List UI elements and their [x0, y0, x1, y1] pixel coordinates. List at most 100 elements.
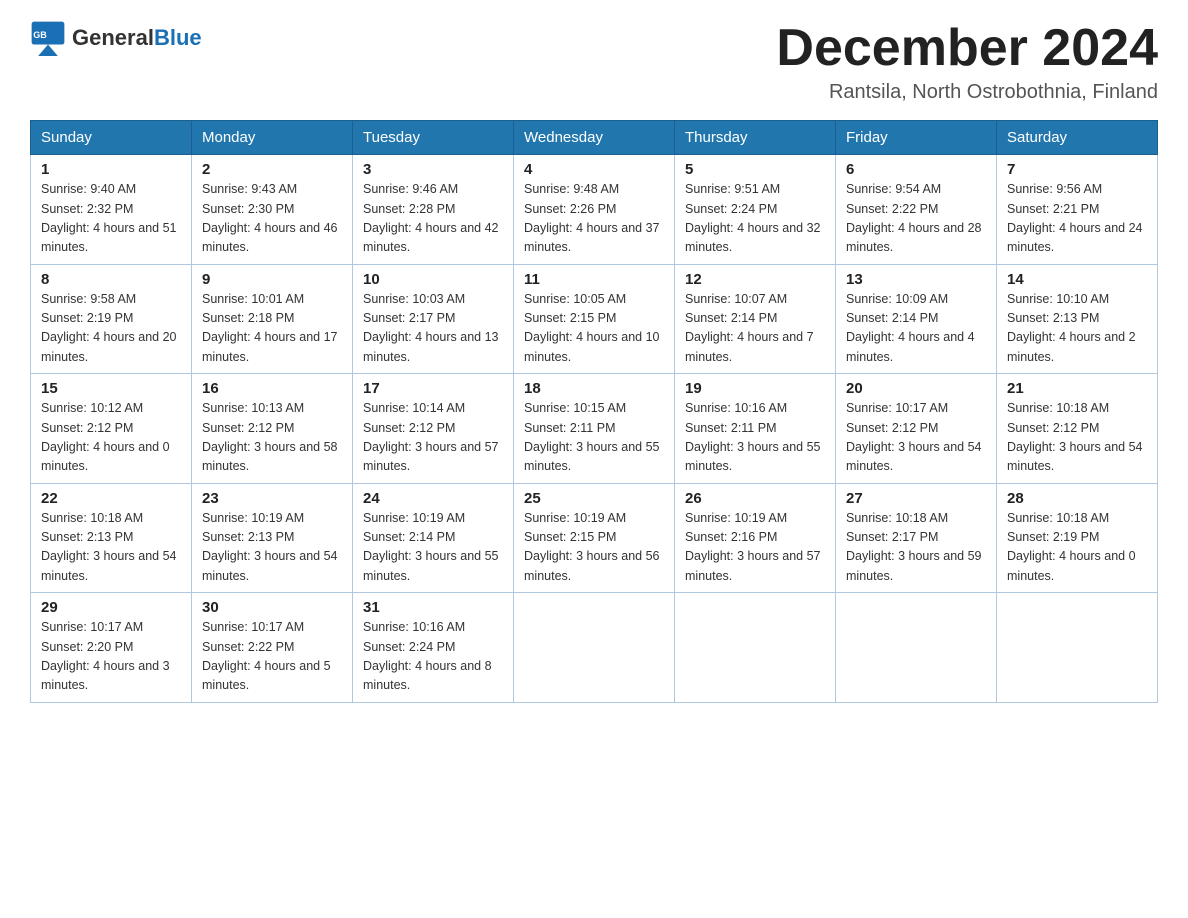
day-number: 17 [363, 380, 503, 397]
header-saturday: Saturday [997, 121, 1158, 155]
day-number: 23 [202, 490, 342, 507]
calendar-cell: 23Sunrise: 10:19 AMSunset: 2:13 PMDaylig… [192, 483, 353, 593]
calendar-cell: 21 Sunrise: 10:18 AMSunset: 2:12 PMDaylig… [997, 374, 1158, 484]
day-number: 3 [363, 161, 503, 178]
day-info: Sunrise: 10:18 AMSunset: 2:19 PMDaylight… [1007, 509, 1147, 587]
month-title: December 2024 [776, 20, 1158, 77]
calendar-cell [836, 593, 997, 703]
day-number: 12 [685, 271, 825, 288]
day-info: Sunrise: 10:14 AMSunset: 2:12 PMDaylight… [363, 399, 503, 477]
calendar-cell: 15Sunrise: 10:12 AMSunset: 2:12 PMDaylig… [31, 374, 192, 484]
calendar-cell: 1 Sunrise: 9:40 AMSunset: 2:32 PMDaylight… [31, 155, 192, 265]
calendar-cell: 17 Sunrise: 10:14 AMSunset: 2:12 PMDaylig… [353, 374, 514, 484]
day-info: Sunrise: 10:03 AMSunset: 2:17 PMDaylight… [363, 290, 503, 368]
logo-icon: GB [30, 20, 66, 56]
calendar-cell: 7 Sunrise: 9:56 AMSunset: 2:21 PMDaylight… [997, 155, 1158, 265]
calendar-cell: 31 Sunrise: 10:16 AMSunset: 2:24 PMDaylig… [353, 593, 514, 703]
day-number: 4 [524, 161, 664, 178]
day-number: 19 [685, 380, 825, 397]
day-info: Sunrise: 10:16 AMSunset: 2:11 PMDaylight… [685, 399, 825, 477]
calendar-cell: 19 Sunrise: 10:16 AMSunset: 2:11 PMDaylig… [675, 374, 836, 484]
day-info: Sunrise: 10:18 AMSunset: 2:13 PMDaylight… [41, 509, 181, 587]
calendar-cell: 10 Sunrise: 10:03 AMSunset: 2:17 PMDaylig… [353, 264, 514, 374]
header-tuesday: Tuesday [353, 121, 514, 155]
calendar-cell: 2 Sunrise: 9:43 AMSunset: 2:30 PMDaylight… [192, 155, 353, 265]
day-number: 28 [1007, 490, 1147, 507]
calendar-cell: 12 Sunrise: 10:07 AMSunset: 2:14 PMDaylig… [675, 264, 836, 374]
header-sunday: Sunday [31, 121, 192, 155]
calendar-table: SundayMondayTuesdayWednesdayThursdayFrid… [30, 120, 1158, 703]
calendar-cell: 30 Sunrise: 10:17 AMSunset: 2:22 PMDaylig… [192, 593, 353, 703]
day-number: 13 [846, 271, 986, 288]
day-number: 1 [41, 161, 181, 178]
header-thursday: Thursday [675, 121, 836, 155]
calendar-cell: 25 Sunrise: 10:19 AMSunset: 2:15 PMDaylig… [514, 483, 675, 593]
day-info: Sunrise: 10:01 AMSunset: 2:18 PMDaylight… [202, 290, 342, 368]
day-info: Sunrise: 9:54 AMSunset: 2:22 PMDaylight:… [846, 180, 986, 258]
week-row-1: 1 Sunrise: 9:40 AMSunset: 2:32 PMDaylight… [31, 155, 1158, 265]
calendar-cell: 29Sunrise: 10:17 AMSunset: 2:20 PMDaylig… [31, 593, 192, 703]
day-number: 27 [846, 490, 986, 507]
week-row-3: 15Sunrise: 10:12 AMSunset: 2:12 PMDaylig… [31, 374, 1158, 484]
day-number: 24 [363, 490, 503, 507]
calendar-cell: 4 Sunrise: 9:48 AMSunset: 2:26 PMDaylight… [514, 155, 675, 265]
calendar-cell: 24Sunrise: 10:19 AMSunset: 2:14 PMDaylig… [353, 483, 514, 593]
header-friday: Friday [836, 121, 997, 155]
calendar-cell [675, 593, 836, 703]
day-info: Sunrise: 9:46 AMSunset: 2:28 PMDaylight:… [363, 180, 503, 258]
title-block: December 2024 Rantsila, North Ostrobothn… [776, 20, 1158, 104]
day-info: Sunrise: 10:19 AMSunset: 2:16 PMDaylight… [685, 509, 825, 587]
page-header: GB GeneralBlue December 2024 Rantsila, N… [30, 20, 1158, 104]
calendar-cell: 26 Sunrise: 10:19 AMSunset: 2:16 PMDaylig… [675, 483, 836, 593]
day-info: Sunrise: 9:43 AMSunset: 2:30 PMDaylight:… [202, 180, 342, 258]
calendar-cell: 5 Sunrise: 9:51 AMSunset: 2:24 PMDaylight… [675, 155, 836, 265]
calendar-cell [997, 593, 1158, 703]
logo-text: GeneralBlue [72, 25, 202, 51]
calendar-cell: 18Sunrise: 10:15 AMSunset: 2:11 PMDaylig… [514, 374, 675, 484]
day-number: 30 [202, 599, 342, 616]
day-info: Sunrise: 10:18 AMSunset: 2:12 PMDaylight… [1007, 399, 1147, 477]
day-number: 2 [202, 161, 342, 178]
day-info: Sunrise: 9:56 AMSunset: 2:21 PMDaylight:… [1007, 180, 1147, 258]
day-info: Sunrise: 9:51 AMSunset: 2:24 PMDaylight:… [685, 180, 825, 258]
day-number: 15 [41, 380, 181, 397]
day-info: Sunrise: 10:18 AMSunset: 2:17 PMDaylight… [846, 509, 986, 587]
svg-text:GB: GB [33, 30, 47, 40]
day-number: 25 [524, 490, 664, 507]
day-number: 11 [524, 271, 664, 288]
day-number: 26 [685, 490, 825, 507]
calendar-cell: 14Sunrise: 10:10 AMSunset: 2:13 PMDaylig… [997, 264, 1158, 374]
day-number: 5 [685, 161, 825, 178]
calendar-cell: 8 Sunrise: 9:58 AMSunset: 2:19 PMDaylight… [31, 264, 192, 374]
day-info: Sunrise: 10:09 AMSunset: 2:14 PMDaylight… [846, 290, 986, 368]
day-info: Sunrise: 10:17 AMSunset: 2:22 PMDaylight… [202, 618, 342, 696]
day-number: 10 [363, 271, 503, 288]
calendar-cell: 20Sunrise: 10:17 AMSunset: 2:12 PMDaylig… [836, 374, 997, 484]
calendar-cell: 27 Sunrise: 10:18 AMSunset: 2:17 PMDaylig… [836, 483, 997, 593]
day-info: Sunrise: 10:15 AMSunset: 2:11 PMDaylight… [524, 399, 664, 477]
day-info: Sunrise: 10:07 AMSunset: 2:14 PMDaylight… [685, 290, 825, 368]
day-info: Sunrise: 10:16 AMSunset: 2:24 PMDaylight… [363, 618, 503, 696]
day-info: Sunrise: 10:13 AMSunset: 2:12 PMDaylight… [202, 399, 342, 477]
calendar-cell [514, 593, 675, 703]
day-info: Sunrise: 9:40 AMSunset: 2:32 PMDaylight:… [41, 180, 181, 258]
header-monday: Monday [192, 121, 353, 155]
day-number: 31 [363, 599, 503, 616]
location: Rantsila, North Ostrobothnia, Finland [776, 81, 1158, 104]
day-number: 14 [1007, 271, 1147, 288]
day-info: Sunrise: 9:48 AMSunset: 2:26 PMDaylight:… [524, 180, 664, 258]
day-info: Sunrise: 10:19 AMSunset: 2:15 PMDaylight… [524, 509, 664, 587]
calendar-cell: 9Sunrise: 10:01 AMSunset: 2:18 PMDayligh… [192, 264, 353, 374]
day-info: Sunrise: 9:58 AMSunset: 2:19 PMDaylight:… [41, 290, 181, 368]
calendar-cell: 16Sunrise: 10:13 AMSunset: 2:12 PMDaylig… [192, 374, 353, 484]
day-number: 6 [846, 161, 986, 178]
calendar-cell: 6 Sunrise: 9:54 AMSunset: 2:22 PMDaylight… [836, 155, 997, 265]
calendar-cell: 28 Sunrise: 10:18 AMSunset: 2:19 PMDaylig… [997, 483, 1158, 593]
day-info: Sunrise: 10:05 AMSunset: 2:15 PMDaylight… [524, 290, 664, 368]
day-number: 20 [846, 380, 986, 397]
day-number: 7 [1007, 161, 1147, 178]
day-number: 22 [41, 490, 181, 507]
day-number: 21 [1007, 380, 1147, 397]
day-number: 8 [41, 271, 181, 288]
day-number: 29 [41, 599, 181, 616]
